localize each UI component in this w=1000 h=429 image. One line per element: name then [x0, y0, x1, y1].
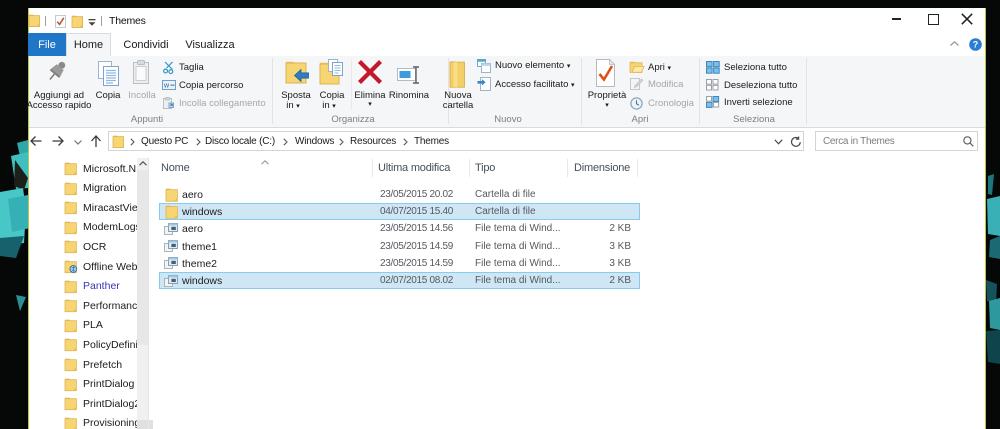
svg-text:?: ? — [973, 40, 979, 50]
svg-text:w: w — [163, 83, 170, 90]
